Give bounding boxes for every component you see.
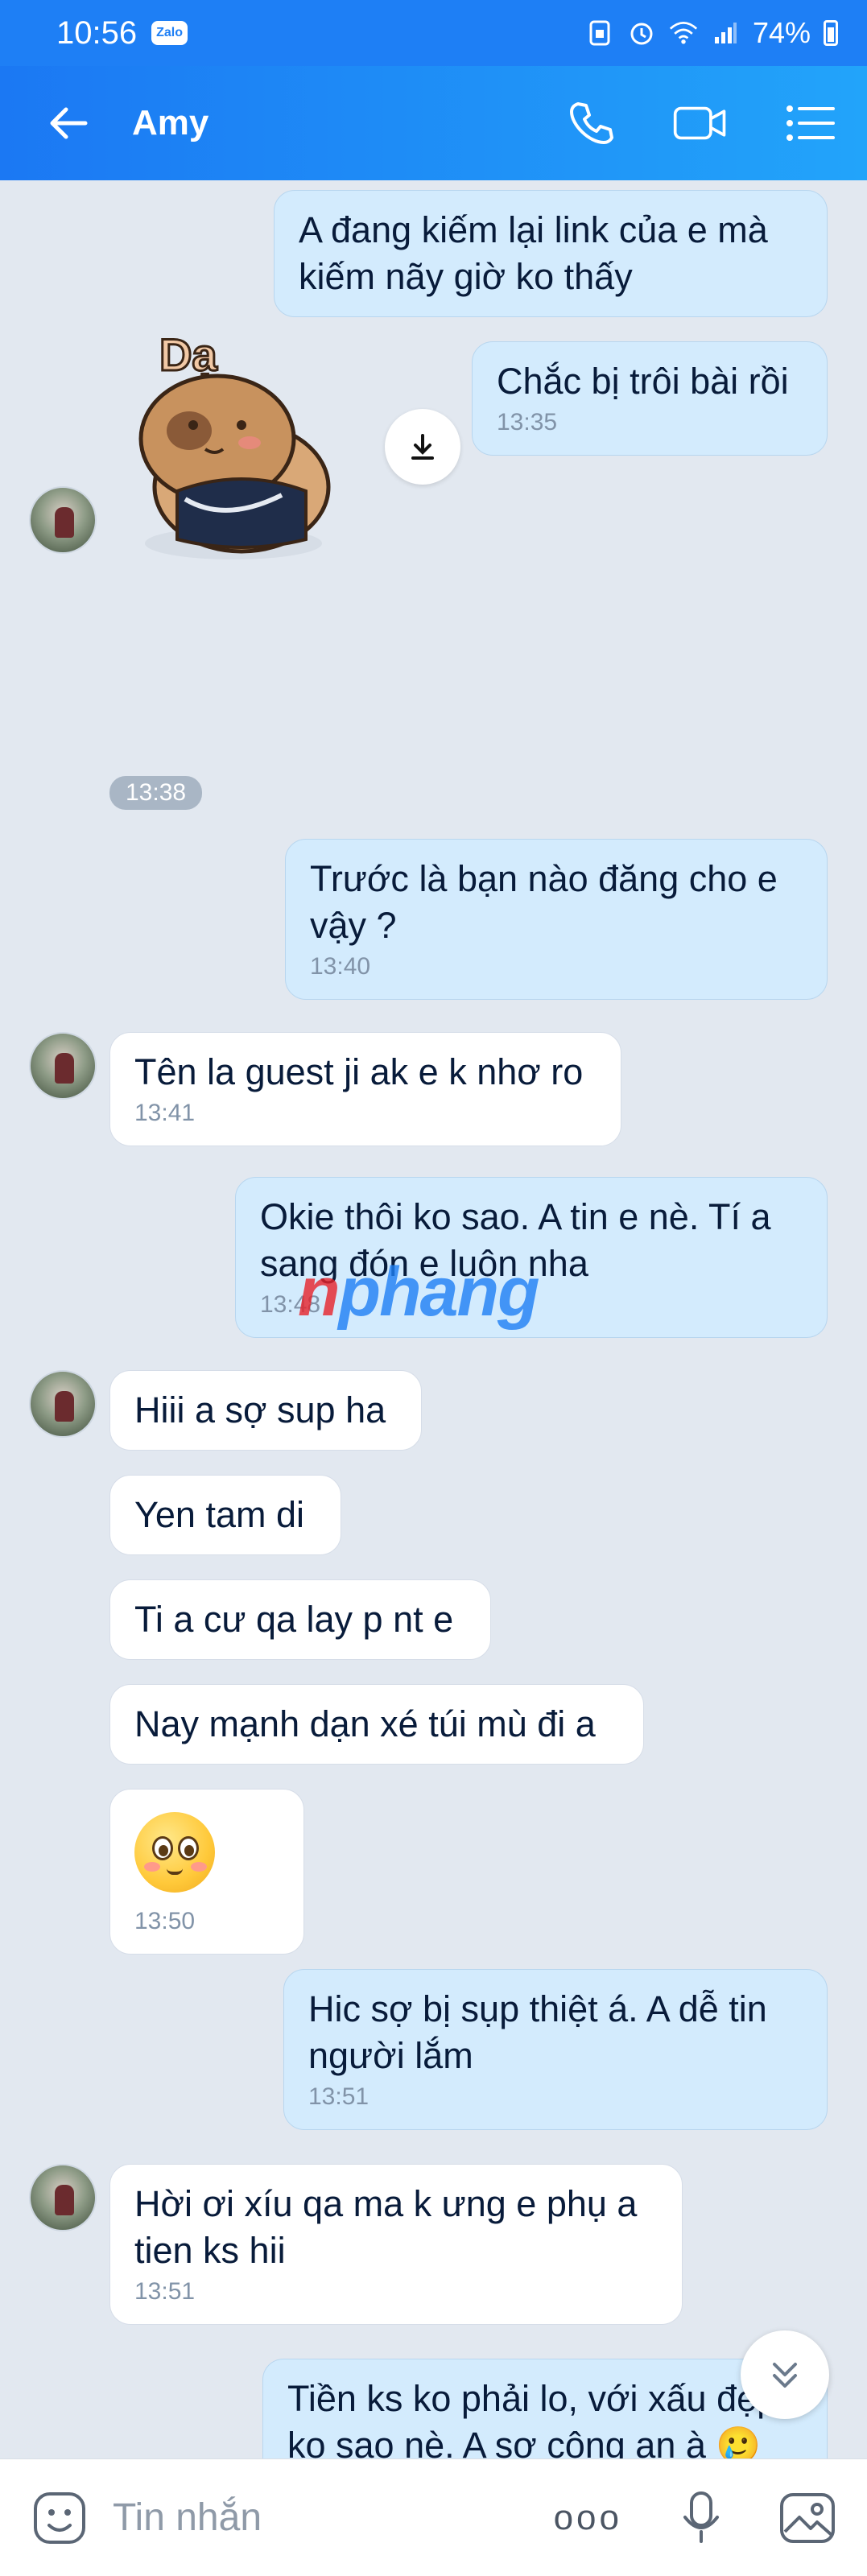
message-text: Hic sợ bị sụp thiệt á. A dễ tin người lắ… — [308, 1988, 767, 2076]
message-text: Hiii a sợ sup ha — [134, 1389, 386, 1430]
video-call-icon[interactable] — [672, 95, 729, 151]
contact-name[interactable]: Amy — [132, 103, 208, 143]
menu-list-icon[interactable] — [782, 95, 838, 151]
contact-avatar[interactable] — [29, 1370, 97, 1438]
message-text: Trước là bạn nào đăng cho e vậy ? — [310, 858, 778, 946]
message-time: 13:51 — [308, 2083, 370, 2110]
message-input[interactable]: Tin nhắn — [113, 2496, 554, 2540]
message-bubble-incoming[interactable]: Yen tam di — [109, 1475, 341, 1555]
microphone-icon[interactable] — [671, 2487, 732, 2549]
more-options-icon[interactable]: ooo — [554, 2498, 622, 2538]
message-bubble-incoming[interactable]: Hiii a sợ sup ha — [109, 1370, 422, 1451]
message-bubble-outgoing[interactable]: A đang kiếm lại link của e mà kiếm nãy g… — [274, 190, 828, 317]
message-text: A đang kiếm lại link của e mà kiếm nãy g… — [299, 209, 768, 297]
zalo-notification-icon: Zalo — [151, 21, 188, 45]
phone-icon[interactable] — [563, 95, 619, 151]
emoji-sticker-icon[interactable] — [29, 2487, 90, 2549]
message-text: Tiền ks ko phải lo, với xấu đẹp ko sao n… — [287, 2378, 778, 2458]
message-text: Ti a cư qa lay p nt e — [134, 1599, 454, 1640]
message-text: Hời ơi xíu qa ma k ưng e phụ a tien ks h… — [134, 2183, 638, 2271]
message-bubble-outgoing[interactable]: Hic sợ bị sụp thiệt á. A dễ tin người lắ… — [283, 1969, 828, 2130]
status-bar: 10:56 Zalo 74% — [0, 0, 867, 66]
status-time: 10:56 — [56, 14, 138, 51]
message-bubble-incoming[interactable]: Nay mạnh dạn xé túi mù đi a — [109, 1684, 644, 1765]
message-time: 13:51 — [134, 2278, 196, 2305]
image-gallery-icon[interactable] — [777, 2487, 838, 2549]
message-composer: Tin nhắn ooo — [0, 2458, 867, 2576]
message-time: 13:41 — [134, 1100, 196, 1126]
message-bubble-incoming[interactable]: Ti a cư qa lay p nt e — [109, 1579, 491, 1660]
battery-percent: 74% — [752, 16, 811, 49]
sticker-text: Dạ — [159, 329, 217, 380]
message-bubble-incoming[interactable]: 13:50 — [109, 1789, 304, 1955]
signal-icon — [711, 19, 740, 47]
contact-avatar[interactable] — [29, 1032, 97, 1100]
sticker-time: 13:38 — [109, 776, 203, 810]
message-bubble-incoming[interactable]: Hời ơi xíu qa ma k ưng e phụ a tien ks h… — [109, 2164, 683, 2325]
message-bubble-outgoing[interactable]: Chắc bị trôi bài rồi 13:35 — [472, 341, 828, 456]
download-icon[interactable] — [385, 409, 460, 485]
battery-icon — [824, 20, 838, 46]
hopeful-face-emoji-icon — [134, 1812, 215, 1893]
contact-avatar[interactable] — [29, 486, 97, 554]
message-bubble-outgoing[interactable]: Trước là bạn nào đăng cho e vậy ? 13:40 — [285, 839, 828, 1000]
scroll-to-bottom-button[interactable] — [741, 2330, 829, 2419]
contact-avatar[interactable] — [29, 2164, 97, 2231]
back-arrow-icon[interactable] — [40, 95, 97, 151]
message-time: 13:50 — [134, 1908, 196, 1934]
message-bubble-incoming[interactable]: Tên la guest ji ak e k nhơ ro 13:41 — [109, 1032, 621, 1146]
message-text: Chắc bị trôi bài rồi — [497, 361, 789, 402]
chat-header: Amy — [0, 66, 867, 180]
wifi-icon — [669, 19, 698, 47]
alarm-icon — [627, 19, 656, 47]
message-time: 13:35 — [497, 409, 558, 436]
sim-icon — [585, 19, 614, 47]
message-text: Yen tam di — [134, 1494, 304, 1535]
message-time: 13:40 — [310, 953, 371, 980]
watermark: nphang — [298, 1253, 540, 1331]
sticker-capybara[interactable]: Dạ — [129, 306, 346, 572]
message-text: Nay mạnh dạn xé túi mù đi a — [134, 1703, 596, 1744]
message-text: Tên la guest ji ak e k nhơ ro — [134, 1051, 584, 1092]
